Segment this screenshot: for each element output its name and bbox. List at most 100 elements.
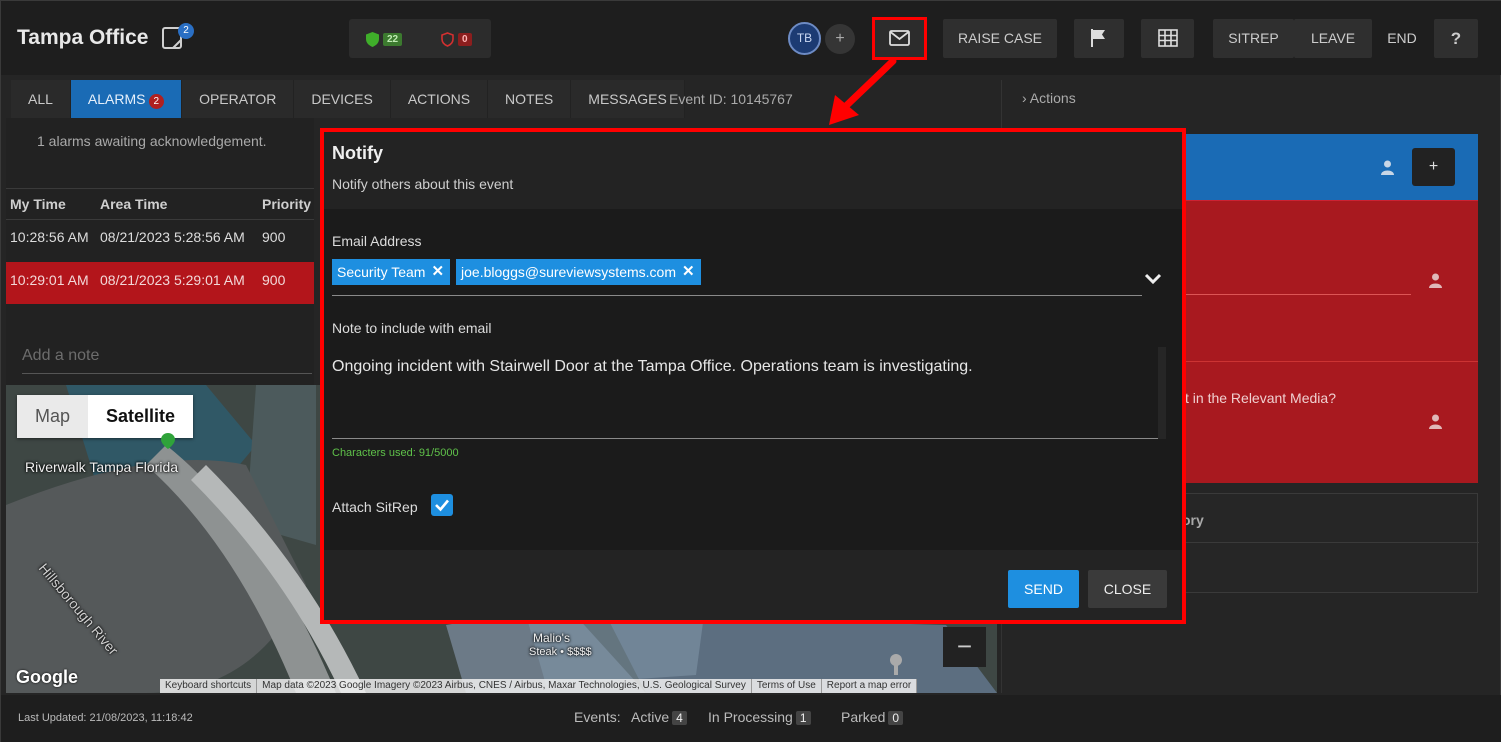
events-label: Events:: [574, 709, 621, 725]
dialog-title: Notify: [332, 143, 383, 163]
actions-expander[interactable]: › Actions: [1022, 90, 1076, 106]
map-pin-icon[interactable]: [161, 433, 175, 449]
person-icon[interactable]: [1429, 414, 1442, 429]
shield-ok-indicator[interactable]: 22: [366, 30, 403, 48]
actions-label: Actions: [1029, 90, 1076, 106]
checkmark-icon: [435, 499, 449, 512]
action-card-active[interactable]: +: [1181, 134, 1478, 200]
end-button[interactable]: END: [1372, 19, 1432, 58]
events-active-label: Active: [631, 709, 670, 725]
tab-devices[interactable]: DEVICES: [294, 80, 391, 118]
note-count-badge: 2: [178, 23, 194, 39]
dialog-subtitle: Notify others about this event: [332, 176, 514, 192]
notify-dialog: Notify Notify others about this event Em…: [320, 128, 1186, 624]
add-note-input[interactable]: Add a note: [22, 347, 312, 374]
event-tabs: ALL ALARMS 2 OPERATOR DEVICES ACTIONS NOT…: [11, 80, 685, 118]
attach-sitrep-checkbox[interactable]: [431, 494, 453, 516]
tab-messages[interactable]: MESSAGES: [571, 80, 685, 118]
awaiting-ack-text: 1 alarms awaiting acknowledgement.: [37, 133, 267, 149]
column-header: Priority: [262, 196, 312, 212]
recipient-chip[interactable]: Security Team ✕: [332, 259, 451, 285]
events-active-count: 4: [672, 711, 687, 725]
pegman-icon[interactable]: [888, 653, 904, 675]
zoom-out-button[interactable]: −: [943, 627, 986, 667]
tab-messages-label: MESSAGES: [588, 91, 667, 107]
chevron-down-icon[interactable]: [1142, 267, 1164, 289]
my-time-cell: 10:29:01 AM: [10, 272, 89, 288]
alarms-table-header: My Time Area Time Priority: [6, 188, 314, 220]
shield-status-group: 22 0: [349, 19, 491, 58]
tab-all-label: ALL: [28, 91, 53, 107]
raise-case-button[interactable]: RAISE CASE: [943, 19, 1057, 58]
events-parked-label: Parked: [841, 709, 886, 725]
leave-button[interactable]: LEAVE: [1294, 19, 1372, 58]
add-action-button[interactable]: +: [1412, 148, 1455, 186]
status-bar: Last Updated: 21/08/2023, 11:18:42 Event…: [1, 695, 1501, 742]
events-parked[interactable]: Parked 0: [841, 709, 904, 725]
close-button[interactable]: CLOSE: [1088, 570, 1167, 608]
map-type-satellite[interactable]: Satellite: [88, 395, 194, 438]
column-header: Area Time: [100, 196, 168, 212]
app-window: Tampa Office 2 22 0 TB + RAISE CASE SITR…: [0, 0, 1501, 742]
grid-icon: [1157, 29, 1178, 47]
add-user-button[interactable]: +: [825, 24, 855, 54]
map-type-toggle: Map Satellite: [17, 395, 194, 438]
history-card[interactable]: ory: [1181, 493, 1479, 593]
table-row[interactable]: 10:29:01 AM 08/21/2023 5:29:01 AM 900: [6, 262, 314, 304]
notify-email-button[interactable]: [872, 17, 927, 60]
envelope-icon: [889, 30, 910, 46]
shield-ok-count: 22: [383, 32, 403, 46]
terms-of-use-link[interactable]: Terms of Use: [752, 679, 822, 693]
user-avatar[interactable]: TB: [788, 22, 821, 55]
recipient-chip[interactable]: joe.bloggs@sureviewsystems.com ✕: [456, 259, 701, 285]
last-updated: Last Updated: 21/08/2023, 11:18:42: [18, 712, 193, 724]
chevron-right-icon: ›: [1022, 90, 1027, 106]
remove-recipient-icon[interactable]: ✕: [682, 259, 695, 285]
priority-cell: 900: [262, 229, 286, 245]
shield-alert-indicator[interactable]: 0: [441, 30, 472, 48]
tab-notes[interactable]: NOTES: [488, 80, 572, 118]
tab-all[interactable]: ALL: [11, 80, 71, 118]
site-title: Tampa Office: [17, 26, 149, 49]
keyboard-shortcuts-link[interactable]: Keyboard shortcuts: [160, 679, 258, 693]
report-map-error-link[interactable]: Report a map error: [822, 679, 918, 693]
events-parked-count: 0: [888, 711, 904, 725]
grid-view-button[interactable]: [1141, 19, 1194, 58]
help-button[interactable]: ?: [1434, 19, 1478, 58]
table-row[interactable]: 10:28:56 AM 08/21/2023 5:28:56 AM 900: [6, 220, 314, 262]
map-label-restaurant: Malio's: [533, 631, 570, 645]
tab-notes-label: NOTES: [505, 91, 554, 107]
tab-operator-label: OPERATOR: [199, 91, 277, 107]
person-icon[interactable]: [1429, 273, 1442, 288]
flag-button[interactable]: [1074, 19, 1124, 58]
alarms-count-badge: 2: [148, 94, 165, 109]
tab-alarms[interactable]: ALARMS 2: [70, 80, 183, 118]
top-bar: Tampa Office 2 22 0 TB + RAISE CASE SITR…: [1, 1, 1501, 75]
note-label: Note to include with email: [332, 320, 492, 336]
shield-check-icon: [366, 31, 379, 47]
events-processing[interactable]: In Processing 1: [708, 709, 811, 725]
attach-sitrep-label: Attach SitRep: [332, 499, 418, 515]
email-recipients-field[interactable]: Security Team ✕ joe.bloggs@sureviewsyste…: [332, 259, 1142, 296]
person-icon[interactable]: [1381, 160, 1394, 175]
sitrep-button[interactable]: SITREP: [1213, 19, 1294, 58]
action-input-line[interactable]: [1181, 294, 1411, 295]
email-note-textarea[interactable]: Ongoing incident with Stairwell Door at …: [332, 356, 1166, 439]
flag-icon: [1091, 29, 1105, 47]
textarea-scrollbar[interactable]: [1158, 347, 1166, 439]
event-id: Event ID: 10145767: [669, 91, 793, 107]
events-active[interactable]: Active 4: [631, 709, 687, 725]
map-data-credit: Map data ©2023 Google Imagery ©2023 Airb…: [257, 679, 752, 693]
tab-operator[interactable]: OPERATOR: [182, 80, 295, 118]
map-label-riverwalk: Riverwalk Tampa Florida: [25, 459, 179, 475]
priority-cell: 900: [262, 272, 286, 288]
area-time-cell: 08/21/2023 5:28:56 AM: [100, 229, 245, 245]
remove-recipient-icon[interactable]: ✕: [431, 259, 444, 285]
tab-actions[interactable]: ACTIONS: [391, 80, 489, 118]
recipient-chip-label: joe.bloggs@sureviewsystems.com: [461, 264, 676, 280]
area-time-cell: 08/21/2023 5:29:01 AM: [100, 272, 245, 288]
send-button[interactable]: SEND: [1008, 570, 1079, 608]
map-type-map[interactable]: Map: [17, 395, 89, 438]
action-question-text: t in the Relevant Media?: [1185, 390, 1336, 406]
map-label-restaurant-type: Steak • $$$$: [529, 646, 592, 658]
